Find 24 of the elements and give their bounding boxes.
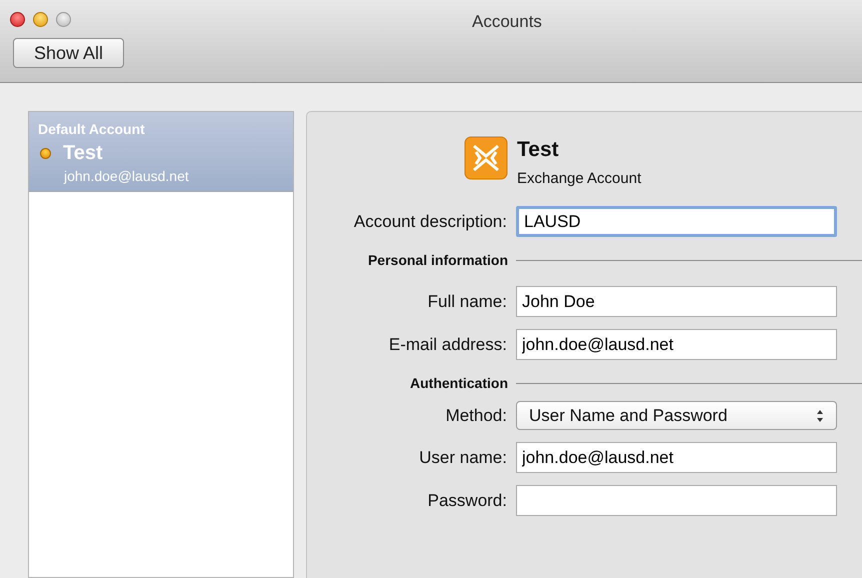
stepper-icon <box>816 408 824 422</box>
show-all-button[interactable]: Show All <box>13 38 124 68</box>
field-label: Full name: <box>426 290 508 313</box>
field-label: Account description: <box>352 210 508 233</box>
text-field[interactable]: John Doe <box>516 286 837 317</box>
field-label: Password: <box>426 490 508 512</box>
window-title: Accounts <box>472 11 542 33</box>
account-name: Test <box>63 141 103 166</box>
group-label: Default Account <box>38 120 146 139</box>
section-heading: Personal information <box>366 250 509 270</box>
minimize-button[interactable] <box>33 12 48 26</box>
exchange-icon <box>464 136 508 180</box>
account-type: Exchange Account <box>517 168 642 188</box>
text-field[interactable] <box>516 485 837 516</box>
text-field[interactable]: LAUSD <box>516 206 837 237</box>
field-label: E-mail address: <box>388 334 508 356</box>
close-button[interactable] <box>10 12 25 26</box>
account-email: john.doe@lausd.net <box>62 167 190 186</box>
field-label: User name: <box>418 446 508 469</box>
method-dropdown[interactable]: User Name and Password <box>516 401 837 430</box>
zoom-button[interactable] <box>56 12 71 26</box>
account-title: Test <box>517 137 560 163</box>
field-label: Method: <box>444 404 508 427</box>
section-heading: Authentication <box>409 374 509 392</box>
